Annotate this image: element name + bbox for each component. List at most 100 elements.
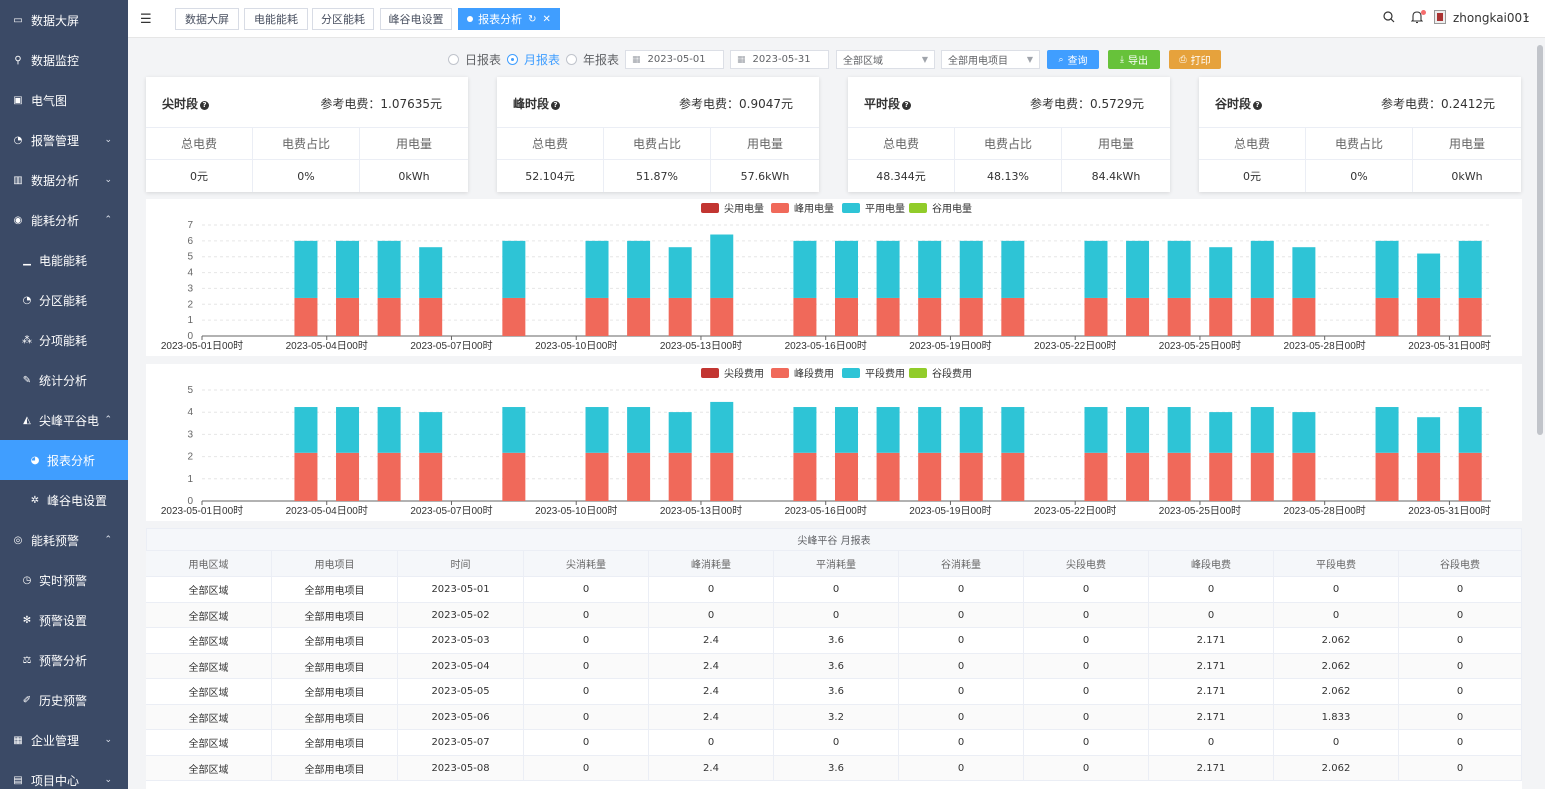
sidebar-item-7[interactable]: ◔ 分区能耗 xyxy=(0,280,128,320)
bar-segment[interactable] xyxy=(294,297,318,336)
user-menu-chevron-icon[interactable]: ⌄ xyxy=(1523,11,1531,21)
bar-segment[interactable] xyxy=(1250,407,1274,453)
sidebar-item-17[interactable]: ✐ 历史预警 xyxy=(0,680,128,720)
bar-segment[interactable] xyxy=(502,240,526,298)
bar-segment[interactable] xyxy=(876,452,900,501)
legend-swatch[interactable] xyxy=(909,203,927,213)
bar-segment[interactable] xyxy=(1126,297,1150,336)
tab-3[interactable]: 峰谷电设置 xyxy=(380,8,452,30)
bar-segment[interactable] xyxy=(668,297,692,336)
bar-segment[interactable] xyxy=(1417,253,1441,298)
bar-segment[interactable] xyxy=(710,452,734,501)
bar-segment[interactable] xyxy=(835,452,858,501)
bar-segment[interactable] xyxy=(1001,297,1025,336)
bar-segment[interactable] xyxy=(294,240,318,298)
bar-segment[interactable] xyxy=(1209,452,1233,501)
sidebar-item-10[interactable]: ◭ 尖峰平谷电 ⌃ xyxy=(0,400,128,440)
bar-segment[interactable] xyxy=(1375,240,1399,298)
sidebar-item-0[interactable]: ▭ 数据大屏 xyxy=(0,0,128,40)
sidebar-item-19[interactable]: ▤ 项目中心 ⌄ xyxy=(0,760,128,789)
bar-segment[interactable] xyxy=(1250,297,1274,336)
end-date-input[interactable]: ▦ 2023-05-31 xyxy=(730,50,829,69)
bar-segment[interactable] xyxy=(1417,417,1441,453)
bar-segment[interactable] xyxy=(1417,452,1441,501)
tab-1[interactable]: 电能能耗 xyxy=(244,8,308,30)
bar-segment[interactable] xyxy=(835,407,858,453)
bar-segment[interactable] xyxy=(336,297,360,336)
bar-segment[interactable] xyxy=(710,401,734,453)
sidebar-item-15[interactable]: ✻ 预警设置 xyxy=(0,600,128,640)
bar-segment[interactable] xyxy=(668,452,692,501)
bar-segment[interactable] xyxy=(1292,297,1316,336)
bar-segment[interactable] xyxy=(377,297,401,336)
tab-4[interactable]: 报表分析 ↻ ✕ xyxy=(458,8,560,30)
legend-swatch[interactable] xyxy=(909,368,927,378)
sidebar-item-18[interactable]: ▦ 企业管理 ⌄ xyxy=(0,720,128,760)
legend-label[interactable]: 平段费用 xyxy=(865,367,905,380)
bar-segment[interactable] xyxy=(1375,407,1399,453)
bar-segment[interactable] xyxy=(294,452,318,501)
bar-segment[interactable] xyxy=(1417,297,1441,336)
sidebar-item-1[interactable]: ⚲ 数据监控 xyxy=(0,40,128,80)
bar-segment[interactable] xyxy=(419,297,443,336)
bar-segment[interactable] xyxy=(502,452,526,501)
bar-segment[interactable] xyxy=(918,452,942,501)
legend-label[interactable]: 峰段费用 xyxy=(794,367,834,380)
bar-segment[interactable] xyxy=(959,240,983,298)
bar-segment[interactable] xyxy=(835,297,858,336)
bar-segment[interactable] xyxy=(627,240,651,298)
bar-segment[interactable] xyxy=(1209,412,1233,453)
bar-segment[interactable] xyxy=(876,407,900,453)
start-date-input[interactable]: ▦ 2023-05-01 xyxy=(625,50,724,69)
bar-segment[interactable] xyxy=(585,407,609,453)
bar-segment[interactable] xyxy=(502,297,526,336)
bar-segment[interactable] xyxy=(1167,452,1191,501)
sidebar-item-11[interactable]: ◕ 报表分析 xyxy=(0,440,128,480)
bar-segment[interactable] xyxy=(336,452,360,501)
bar-segment[interactable] xyxy=(876,240,900,298)
bar-segment[interactable] xyxy=(1375,297,1399,336)
bar-segment[interactable] xyxy=(1001,407,1025,453)
export-button[interactable]: ⤓ 导出 xyxy=(1108,50,1160,69)
bar-segment[interactable] xyxy=(1001,452,1025,501)
bar-segment[interactable] xyxy=(627,452,651,501)
sidebar-item-8[interactable]: ⁂ 分项能耗 xyxy=(0,320,128,360)
bar-segment[interactable] xyxy=(377,452,401,501)
query-button[interactable]: ⌕ 查询 xyxy=(1047,50,1099,69)
sidebar-item-9[interactable]: ✎ 统计分析 xyxy=(0,360,128,400)
bar-segment[interactable] xyxy=(336,240,360,298)
bar-segment[interactable] xyxy=(502,407,526,453)
bar-segment[interactable] xyxy=(793,240,817,298)
bar-segment[interactable] xyxy=(1126,407,1150,453)
bar-segment[interactable] xyxy=(419,412,443,453)
bar-segment[interactable] xyxy=(959,452,983,501)
legend-swatch[interactable] xyxy=(701,368,719,378)
region-select[interactable]: 全部区域 ▼ xyxy=(836,50,935,69)
legend-swatch[interactable] xyxy=(771,368,789,378)
info-icon[interactable]: ? xyxy=(1253,101,1263,110)
bar-segment[interactable] xyxy=(959,407,983,453)
bar-segment[interactable] xyxy=(1084,297,1108,336)
bar-segment[interactable] xyxy=(585,297,609,336)
legend-label[interactable]: 平用电量 xyxy=(865,202,905,215)
bar-segment[interactable] xyxy=(1292,247,1316,298)
info-icon[interactable]: ? xyxy=(551,101,561,110)
legend-label[interactable]: 峰用电量 xyxy=(794,202,834,215)
bar-segment[interactable] xyxy=(1250,452,1274,501)
bar-segment[interactable] xyxy=(1458,240,1482,298)
info-icon[interactable]: ? xyxy=(902,101,912,110)
print-button[interactable]: ⎙ 打印 xyxy=(1169,50,1221,69)
bar-segment[interactable] xyxy=(377,240,401,298)
bar-segment[interactable] xyxy=(1292,412,1316,453)
bar-segment[interactable] xyxy=(336,407,360,453)
sidebar-item-13[interactable]: ◎ 能耗预警 ⌃ xyxy=(0,520,128,560)
bar-segment[interactable] xyxy=(1084,240,1108,298)
bar-segment[interactable] xyxy=(668,247,692,298)
bar-segment[interactable] xyxy=(835,240,858,298)
bar-segment[interactable] xyxy=(1126,452,1150,501)
search-icon[interactable] xyxy=(1383,11,1395,26)
bar-segment[interactable] xyxy=(1209,247,1233,298)
refresh-icon[interactable]: ↻ xyxy=(528,14,536,25)
bar-segment[interactable] xyxy=(1458,407,1482,453)
bar-segment[interactable] xyxy=(1167,240,1191,298)
